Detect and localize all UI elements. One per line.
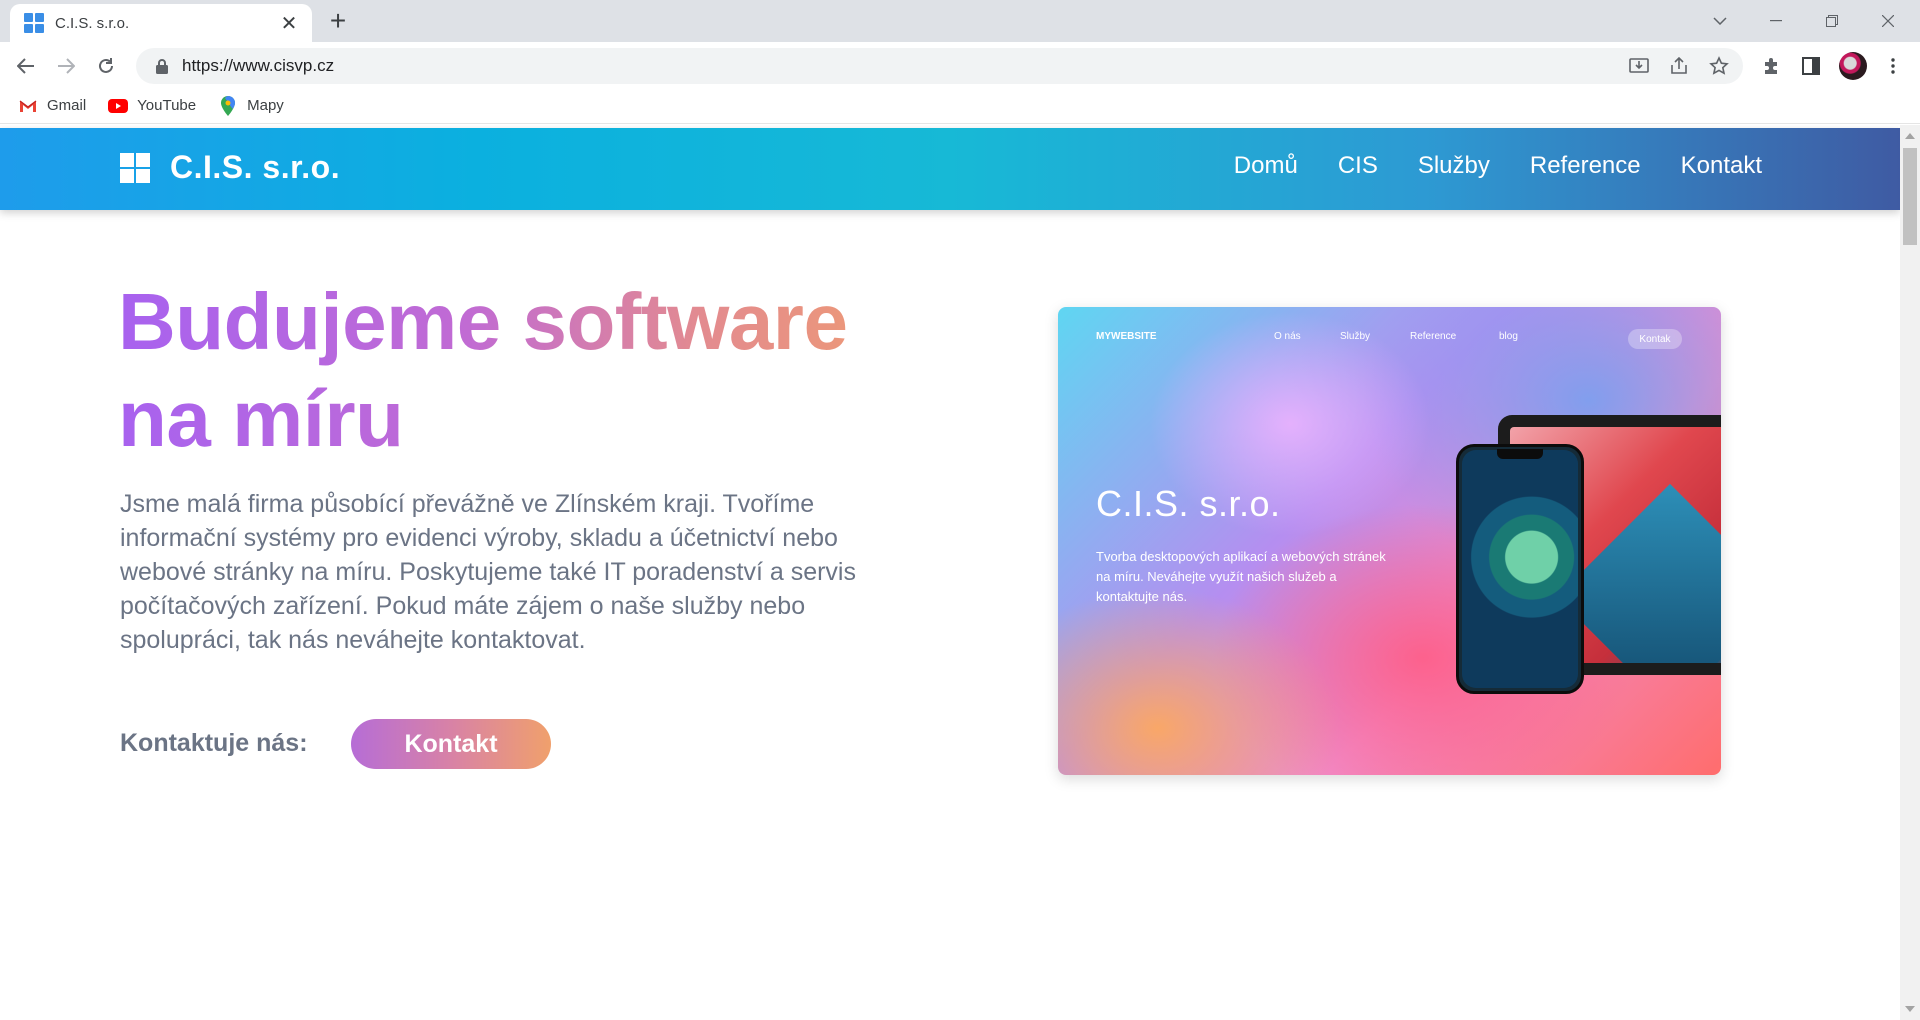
- install-app-icon[interactable]: [1627, 54, 1651, 78]
- page-viewport: C.I.S. s.r.o. Domů CIS Služby Reference …: [0, 125, 1920, 1020]
- youtube-icon: [108, 97, 129, 115]
- contact-button[interactable]: Kontakt: [351, 719, 551, 769]
- tab-close-icon[interactable]: ✕: [278, 12, 300, 35]
- site-favicon-icon: [24, 13, 44, 33]
- bookmark-youtube[interactable]: YouTube: [108, 97, 196, 115]
- address-bar[interactable]: https://www.cisvp.cz: [136, 48, 1743, 84]
- back-button[interactable]: [10, 50, 42, 82]
- url-text[interactable]: https://www.cisvp.cz: [182, 56, 334, 76]
- browser-toolbar: https://www.cisvp.cz: [0, 42, 1920, 88]
- browser-tab[interactable]: C.I.S. s.r.o. ✕: [10, 4, 312, 42]
- hero-title-line2: na míru: [118, 374, 404, 463]
- mockup-button: Kontak: [1628, 329, 1682, 349]
- bookmark-label: Mapy: [247, 97, 284, 114]
- hero-title-line1: Budujeme software: [118, 277, 848, 366]
- bookmark-star-icon[interactable]: [1707, 54, 1731, 78]
- bookmark-label: Gmail: [47, 97, 87, 114]
- brand-name: C.I.S. s.r.o.: [170, 149, 341, 185]
- phone-illustration: [1456, 444, 1584, 694]
- reload-button[interactable]: [90, 50, 122, 82]
- nav-link-reference[interactable]: Reference: [1530, 152, 1641, 180]
- windows-logo-icon: [120, 152, 150, 183]
- menu-kebab-icon[interactable]: [1878, 51, 1908, 81]
- bookmarks-bar: Gmail YouTube Mapy: [0, 88, 1920, 124]
- contact-label: Kontaktuje nás:: [120, 729, 308, 757]
- site-brand[interactable]: C.I.S. s.r.o.: [120, 149, 340, 186]
- mockup-nav-item: Reference: [1410, 331, 1457, 342]
- minimize-button[interactable]: [1748, 0, 1804, 42]
- bookmark-gmail[interactable]: Gmail: [18, 97, 86, 115]
- restore-button[interactable]: [1804, 0, 1860, 42]
- scrollbar-thumb[interactable]: [1903, 148, 1917, 245]
- nav-link-cis[interactable]: CIS: [1338, 152, 1378, 180]
- bookmark-label: YouTube: [137, 97, 197, 114]
- mockup-nav-item: blog: [1499, 331, 1518, 342]
- forward-button[interactable]: [50, 50, 82, 82]
- new-tab-button[interactable]: +: [322, 6, 354, 38]
- tab-strip: C.I.S. s.r.o. ✕ +: [0, 0, 1920, 42]
- maps-icon: [218, 95, 238, 116]
- scroll-down-arrow-icon[interactable]: [1905, 1006, 1915, 1012]
- share-icon[interactable]: [1667, 54, 1691, 78]
- hero-description: Jsme malá firma působící převážně ve Zlí…: [120, 490, 856, 654]
- scroll-up-arrow-icon[interactable]: [1905, 133, 1915, 139]
- tab-title: C.I.S. s.r.o.: [55, 14, 130, 32]
- page-scrollbar[interactable]: [1900, 125, 1920, 1020]
- tab-search-chevron-icon[interactable]: [1692, 0, 1748, 42]
- mockup-nav-item: Služby: [1340, 331, 1371, 342]
- bookmark-maps[interactable]: Mapy: [218, 95, 284, 116]
- mockup-title: C.I.S. s.r.o.: [1096, 483, 1281, 524]
- close-window-button[interactable]: [1860, 0, 1916, 42]
- mockup-subtitle: Tvorba desktopových aplikací a webových …: [1096, 549, 1386, 604]
- nav-link-kontakt[interactable]: Kontakt: [1681, 152, 1762, 180]
- hero-mockup-image: MYWEBSITE O nás Služby Reference blog Ko…: [1058, 307, 1721, 775]
- nav-link-sluzby[interactable]: Služby: [1418, 152, 1490, 180]
- mockup-nav-item: O nás: [1274, 331, 1301, 342]
- extensions-icon[interactable]: [1756, 51, 1786, 81]
- side-panel-icon[interactable]: [1796, 51, 1826, 81]
- site-nav: Domů CIS Služby Reference Kontakt: [1234, 152, 1762, 180]
- mockup-logo: MYWEBSITE: [1096, 331, 1157, 342]
- nav-link-domu[interactable]: Domů: [1234, 152, 1298, 180]
- hero-title: Budujeme software na míru: [118, 273, 898, 467]
- profile-avatar[interactable]: [1838, 51, 1868, 81]
- site-header: C.I.S. s.r.o. Domů CIS Služby Reference …: [0, 128, 1900, 210]
- lock-icon[interactable]: [152, 56, 172, 76]
- gmail-icon: [18, 97, 38, 115]
